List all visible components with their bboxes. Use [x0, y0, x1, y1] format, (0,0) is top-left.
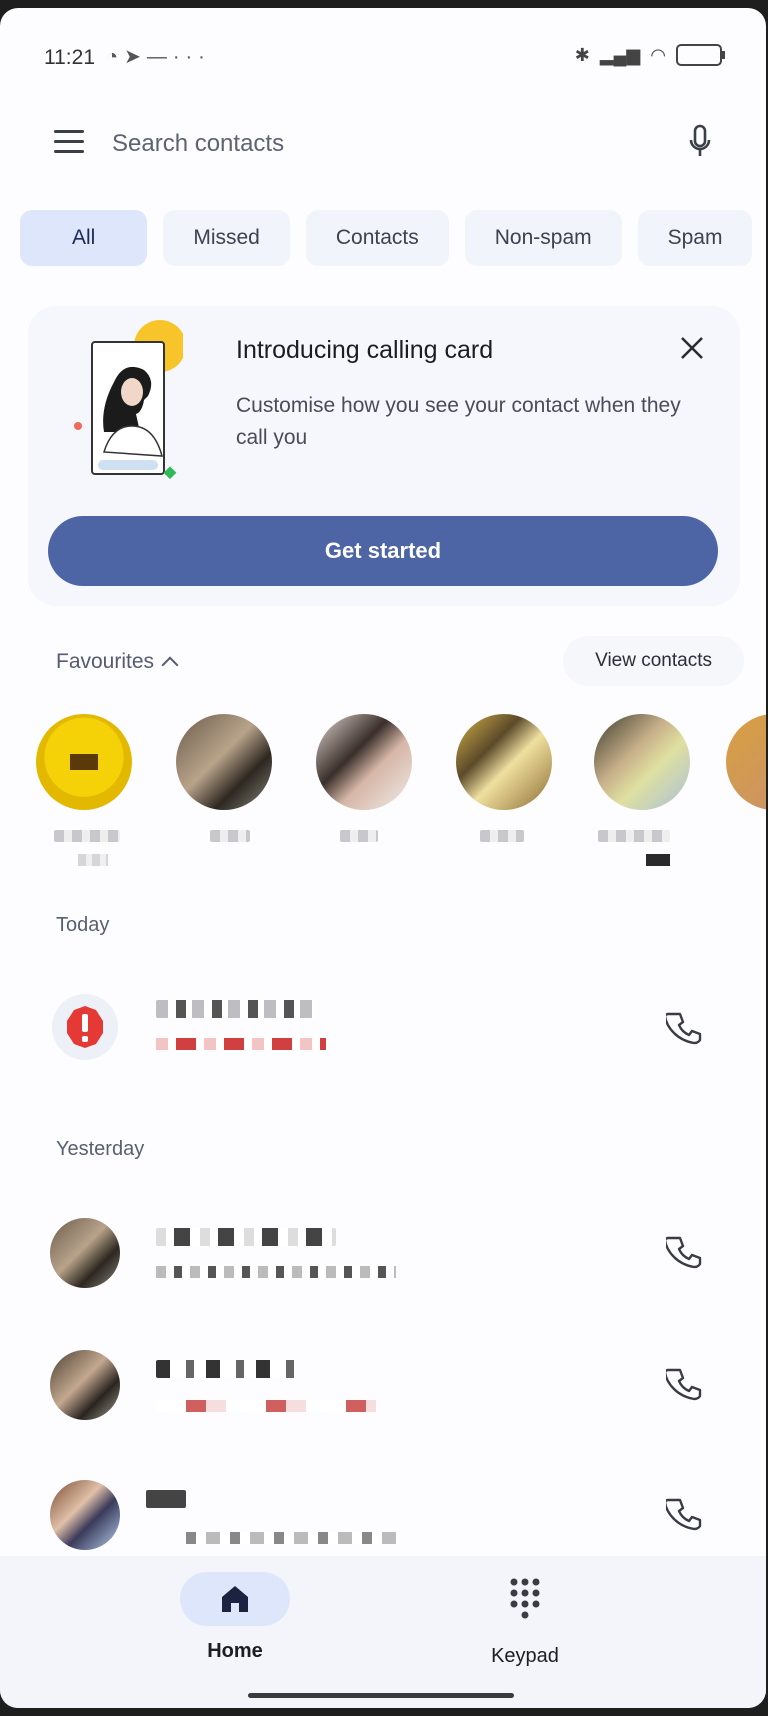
chip-spam[interactable]: Spam — [637, 210, 753, 266]
phone-icon[interactable] — [666, 1234, 702, 1270]
search-input[interactable]: Search contacts — [112, 130, 284, 158]
call-details — [156, 1400, 376, 1412]
call-log-row[interactable] — [0, 1204, 766, 1304]
filter-chips: All Missed Contacts Non-spam Spam — [20, 210, 753, 266]
call-log-row[interactable] — [0, 1470, 766, 1570]
caller-name — [156, 1000, 316, 1018]
keypad-icon — [510, 1578, 540, 1619]
caller-name — [156, 1360, 296, 1378]
search-bar[interactable]: Search contacts — [0, 108, 766, 178]
home-icon — [222, 1586, 248, 1612]
more-dots-icon: ··· — [172, 46, 211, 68]
notification-icons: ◔➤—··· — [106, 44, 211, 69]
favourite-avatar[interactable] — [456, 714, 552, 810]
favourite-name — [480, 830, 524, 842]
caller-name — [146, 1490, 186, 1508]
call-log-row[interactable] — [0, 978, 766, 1078]
status-time: 11:21 — [44, 46, 95, 69]
favourite-name — [54, 830, 120, 842]
section-today: Today — [56, 914, 110, 936]
favourite-avatar[interactable] — [36, 714, 132, 810]
chip-missed[interactable]: Missed — [163, 210, 290, 266]
phone-screen: 11:21 ◔➤—··· ✱ ▂▄▆ ◠ Search contacts All… — [0, 8, 766, 1708]
call-details — [186, 1532, 396, 1544]
card-title: Introducing calling card — [236, 336, 494, 364]
nav-keypad-label: Keypad — [491, 1645, 559, 1667]
chip-non-spam[interactable]: Non-spam — [464, 210, 622, 266]
bluetooth-icon: ✱ — [574, 44, 590, 65]
telegram-icon: ➤ — [124, 46, 147, 68]
status-bar: 11:21 ◔➤—··· ✱ ▂▄▆ ◠ — [0, 8, 766, 108]
menu-icon[interactable] — [54, 130, 84, 154]
system-icons: ✱ ▂▄▆ ◠ — [574, 44, 725, 66]
favourite-subtitle — [646, 854, 670, 866]
calling-card-illustration — [74, 320, 183, 480]
favourite-avatar[interactable] — [176, 714, 272, 810]
phone-icon[interactable] — [666, 1496, 702, 1532]
favourite-name — [340, 830, 378, 842]
wifi-icon: ◠ — [650, 44, 666, 65]
favourites-label: Favourites — [56, 650, 155, 673]
favourite-avatar[interactable] — [594, 714, 690, 810]
favourites-toggle[interactable]: Favourites — [56, 650, 179, 674]
minus-icon: — — [146, 46, 173, 68]
favourite-avatar[interactable] — [316, 714, 412, 810]
favourite-subtitle — [78, 854, 108, 866]
nav-home-label: Home — [207, 1640, 263, 1662]
phone-icon[interactable] — [666, 1010, 702, 1046]
caller-name — [156, 1228, 336, 1246]
get-started-button[interactable]: Get started — [48, 516, 718, 586]
call-details — [156, 1038, 326, 1050]
favourite-name — [210, 830, 250, 842]
section-yesterday: Yesterday — [56, 1138, 145, 1160]
chip-all[interactable]: All — [20, 210, 148, 266]
contact-avatar — [50, 1480, 120, 1550]
microphone-icon[interactable] — [686, 122, 714, 162]
call-details — [156, 1266, 396, 1278]
spam-alert-icon — [67, 1006, 103, 1048]
whatsapp-icon: ◔ — [106, 46, 125, 68]
phone-icon[interactable] — [666, 1366, 702, 1402]
favourites-row — [0, 714, 766, 874]
favourite-avatar[interactable] — [726, 714, 766, 810]
card-description: Customise how you see your contact when … — [236, 394, 681, 449]
nav-home-indicator — [180, 1572, 290, 1626]
battery-icon — [676, 44, 725, 66]
view-contacts-button[interactable]: View contacts — [563, 636, 744, 686]
chip-contacts[interactable]: Contacts — [305, 210, 449, 266]
contact-avatar — [50, 1218, 120, 1288]
calling-card-promo: Introducing calling card Customise how y… — [28, 306, 740, 606]
contact-avatar — [50, 1350, 120, 1420]
close-icon[interactable] — [676, 332, 708, 364]
favourite-name — [598, 830, 670, 842]
gesture-bar[interactable] — [248, 1693, 514, 1698]
spam-avatar — [52, 994, 118, 1060]
call-log-row[interactable] — [0, 1338, 766, 1438]
chevron-up-icon — [161, 656, 179, 674]
bottom-navigation: Home Keypad — [0, 1556, 766, 1708]
nav-keypad[interactable]: Keypad — [470, 1572, 580, 1668]
signal-icon: ▂▄▆ — [599, 44, 641, 65]
nav-home[interactable]: Home — [180, 1572, 290, 1682]
